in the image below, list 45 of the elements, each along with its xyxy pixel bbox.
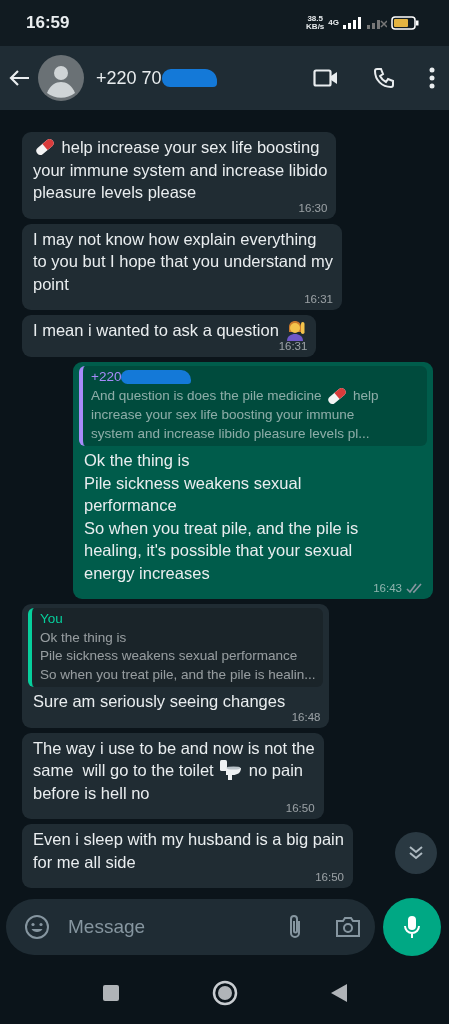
message-time: 16:31 [278,339,308,353]
message-time: 16:48 [291,709,321,724]
quote-text: system and increase libido pleasure levels pl... [91,424,370,443]
message-text: no pain [247,760,303,781]
message-text: for me all side [33,851,136,873]
network-speed-text: 38.5 [306,15,324,23]
message-text: Ok the thing is [84,450,190,471]
quoted-message[interactable]: You Ok the thing is Pile sickness weakens sexual performance So when you treat pile, and the pile is healin... [28,608,324,687]
quote-author: +220 [91,367,122,386]
quote-text: help [351,386,379,405]
message-text: before is hell no [33,782,150,804]
quote-text: So when you treat pile, and the pile is healin... [40,665,316,684]
message-text: energy increases [84,562,210,584]
message-time: 16:50 [315,870,344,884]
message-text: Sure am seriously seeing changes [33,691,286,712]
quote-text: Pile sickness weakens sexual performance [40,647,298,665]
message-text: your immune system and increase libido [33,159,328,181]
message-text: healing, it's possible that your sexual [84,540,353,561]
message-text: Even i sleep with my husband is a big pain [33,829,344,850]
message-text: Pile sickness weakens sexual [84,472,302,494]
speed-unit-text: KB/s [306,23,325,31]
message-text: to you but I hope that you understand my [33,251,333,272]
message-time: 16:50 [285,801,315,815]
message-input[interactable]: Message [66,911,271,943]
message-field[interactable]: Message [6,899,375,955]
network-type-text: 4G [328,19,339,27]
clock-text: 16:59 [26,12,70,35]
message-text: help increase your sex life boosting [60,137,320,158]
message-time: 16:30 [298,200,328,215]
quote-text: And question is does the pile medicine [91,386,323,405]
message-text: So when you treat pile, and the pile is [84,517,359,539]
message-text: same will go to the toilet [33,760,215,781]
message-text: performance [84,495,177,516]
message-text: The way i use to be and now is not the [33,737,315,759]
quote-author: You [40,610,63,628]
quote-text: increase your sex life boosting your immune [91,406,355,424]
message-text: I mean i wanted to ask a question [33,320,280,341]
message-text: point [33,273,69,295]
quoted-message[interactable]: +220 And question is does the pile medicine help increase your sex life boosting your immune system and increase libido pleasure levels pl... [79,365,427,446]
contact-name[interactable]: +220 70 [96,64,162,92]
message-time: 16:31 [304,292,333,306]
quote-text: Ok the thing is [40,628,127,647]
message-time: 16:43 [373,581,402,595]
message-text: I may not know how explain everything [33,228,317,250]
message-text: pleasure levels please [33,182,197,203]
